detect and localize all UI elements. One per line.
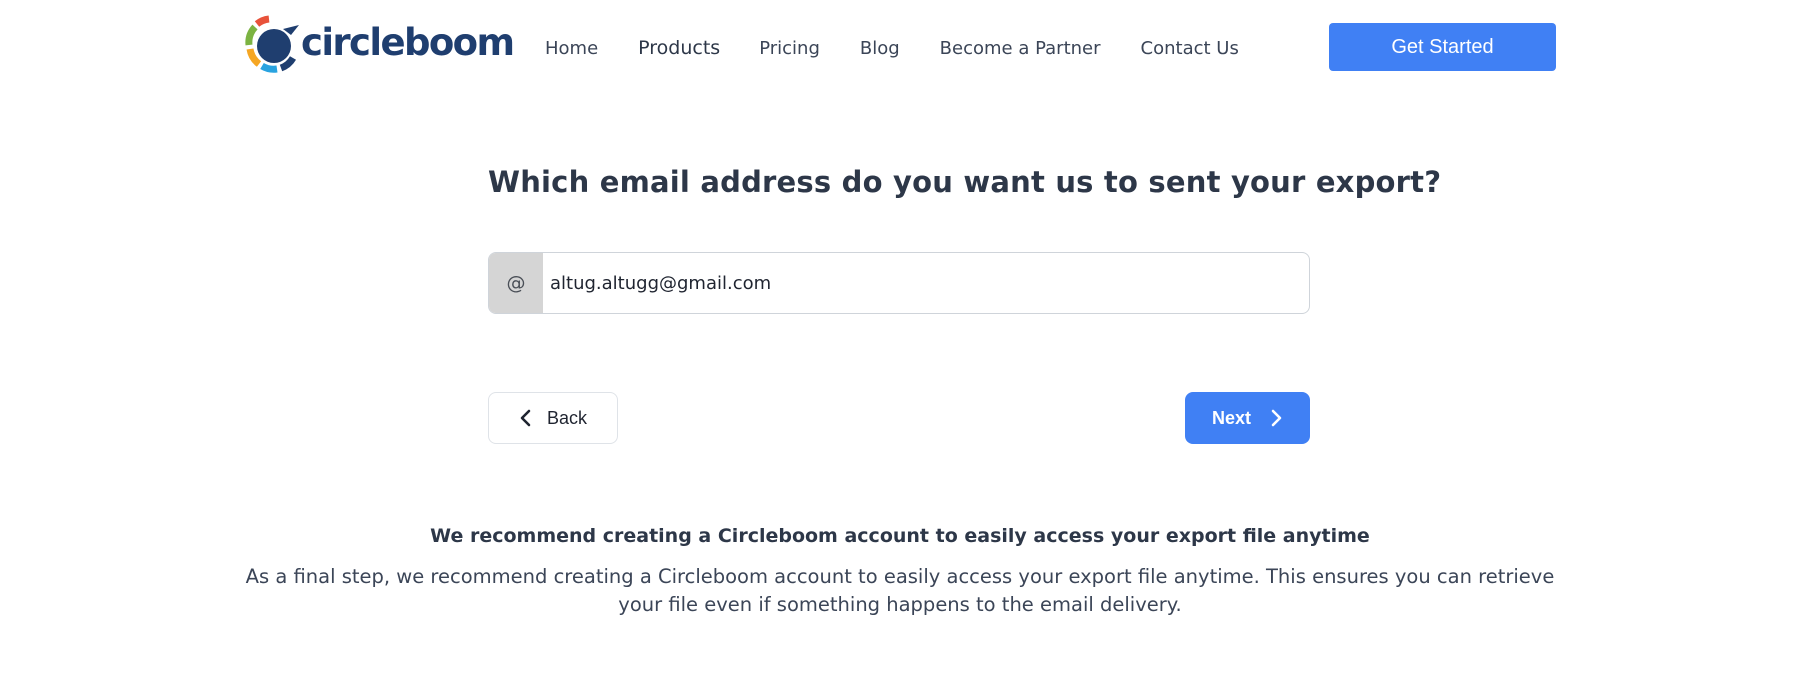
page-title: Which email address do you want us to se… [488, 165, 1442, 199]
email-input[interactable] [543, 253, 1309, 313]
recommendation-body: As a final step, we recommend creating a… [245, 565, 1555, 616]
back-button[interactable]: Back [488, 392, 618, 444]
nav-pricing[interactable]: Pricing [759, 38, 820, 59]
chevron-left-icon [519, 408, 533, 428]
brand-name: circleboom [301, 20, 515, 64]
circleboom-logo-icon [245, 15, 299, 73]
email-input-group: @ [488, 252, 1310, 314]
at-sign-prefix: @ [489, 253, 543, 313]
nav-products[interactable]: Products [638, 37, 720, 59]
nav-contact-us[interactable]: Contact Us [1141, 38, 1239, 59]
next-button-label: Next [1211, 407, 1251, 428]
recommendation-title: We recommend creating a Circleboom accou… [430, 525, 1370, 547]
next-button[interactable]: Next [1185, 392, 1310, 444]
brand-logo[interactable]: circleboom [241, 10, 515, 78]
page: circleboom Home Products Pricing Blog Be… [0, 0, 1801, 685]
nav-become-partner[interactable]: Become a Partner [940, 38, 1101, 59]
nav-blog[interactable]: Blog [860, 38, 900, 59]
chevron-right-icon [1269, 408, 1283, 428]
back-button-label: Back [546, 407, 588, 428]
get-started-button[interactable]: Get Started [1329, 23, 1556, 71]
main-nav: Home Products Pricing Blog Become a Part… [545, 28, 1239, 68]
nav-home[interactable]: Home [545, 38, 598, 59]
